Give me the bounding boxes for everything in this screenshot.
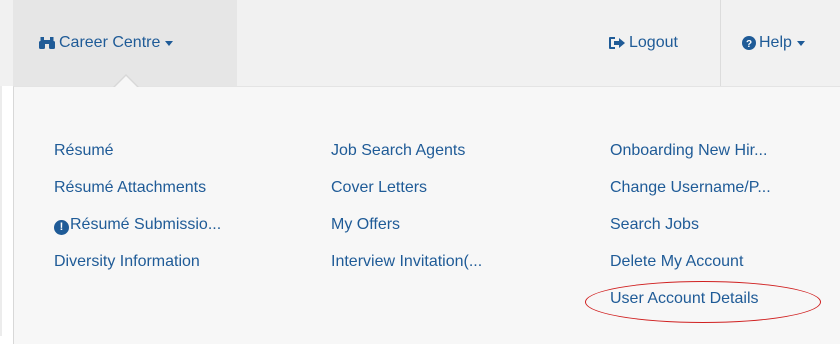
- menu-column-3: Onboarding New Hir... Change Username/P.…: [610, 139, 771, 324]
- menu-item-resume-submission[interactable]: ! Résumé Submissio...: [54, 213, 221, 250]
- chevron-down-icon: [796, 40, 805, 46]
- menu-column-1: Résumé Résumé Attachments ! Résumé Submis…: [54, 139, 221, 287]
- logout-button[interactable]: Logout: [608, 0, 678, 86]
- exclamation-circle-icon: !: [54, 219, 69, 235]
- nav-divider: [720, 0, 721, 86]
- menu-item-resume[interactable]: Résumé: [54, 139, 221, 176]
- svg-text:?: ?: [746, 39, 752, 50]
- menu-item-onboarding[interactable]: Onboarding New Hir...: [610, 139, 771, 176]
- menu-item-interview-invitations[interactable]: Interview Invitation(...: [331, 250, 482, 287]
- menu-item-my-offers[interactable]: My Offers: [331, 213, 482, 250]
- menu-item-job-search-agents[interactable]: Job Search Agents: [331, 139, 482, 176]
- menu-item-resume-attachments[interactable]: Résumé Attachments: [54, 176, 221, 213]
- menu-item-search-jobs[interactable]: Search Jobs: [610, 213, 771, 250]
- binoculars-icon: [38, 36, 56, 50]
- menu-item-cover-letters[interactable]: Cover Letters: [331, 176, 482, 213]
- menu-column-2: Job Search Agents Cover Letters My Offer…: [331, 139, 482, 287]
- page-edge-rule: [0, 86, 2, 336]
- menu-item-resume-submission-label: Résumé Submissio...: [70, 216, 222, 233]
- career-centre-label: Career Centre: [59, 34, 161, 51]
- menu-item-diversity-information[interactable]: Diversity Information: [54, 250, 221, 287]
- menu-item-delete-my-account[interactable]: Delete My Account: [610, 250, 771, 287]
- career-centre-dropdown: Résumé Résumé Attachments ! Résumé Submis…: [13, 86, 840, 344]
- chevron-down-icon: [165, 40, 174, 46]
- question-circle-icon: ?: [742, 36, 756, 50]
- logout-label: Logout: [629, 34, 678, 51]
- help-menu-button[interactable]: ? Help: [742, 0, 805, 86]
- menu-item-user-account-details[interactable]: User Account Details: [610, 287, 771, 324]
- dropdown-pointer-fill: [114, 76, 138, 88]
- menu-item-change-username[interactable]: Change Username/P...: [610, 176, 771, 213]
- help-label: Help: [759, 34, 792, 51]
- sign-out-icon: [608, 36, 626, 50]
